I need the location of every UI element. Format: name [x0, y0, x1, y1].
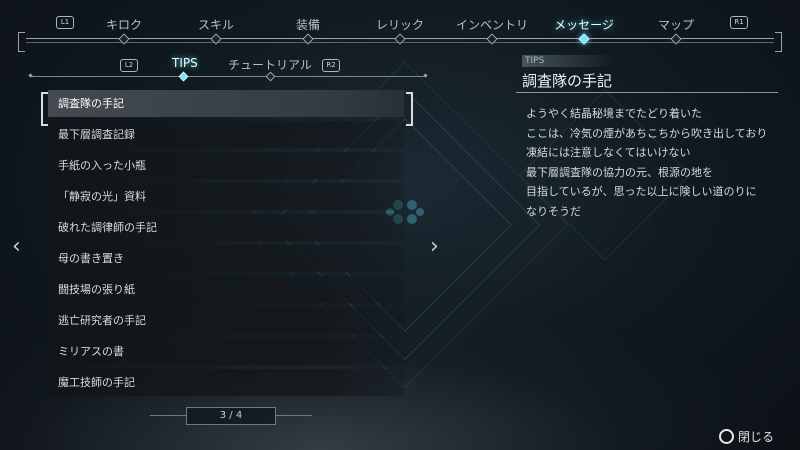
- detail-divider: [516, 92, 778, 93]
- tab-message[interactable]: メッセージ: [544, 16, 624, 33]
- list-item[interactable]: 手紙の入った小瓶: [48, 152, 404, 179]
- nav-endcap-right: [775, 32, 782, 52]
- list-item[interactable]: 母の書き置き: [48, 245, 404, 272]
- detail-category: TIPS: [522, 55, 615, 67]
- pager-rail: [150, 415, 186, 416]
- list-item[interactable]: 「静寂の光」資料: [48, 183, 404, 210]
- l1-button-hint[interactable]: L1: [56, 16, 74, 29]
- tab-skill[interactable]: スキル: [176, 16, 256, 33]
- circle-button-icon: [719, 429, 734, 444]
- top-navigation: L1 R1 キロク スキル 装備 レリック インベントリ メッセージ マップ: [18, 10, 782, 52]
- subtab-tips[interactable]: TIPS: [172, 56, 198, 70]
- selection-bracket-right: [406, 92, 413, 126]
- nav-endcap-left: [18, 32, 25, 52]
- list-item[interactable]: 破れた調律師の手記: [48, 214, 404, 241]
- chevron-right-icon[interactable]: ›: [430, 234, 439, 259]
- l2-button-hint[interactable]: L2: [120, 59, 138, 72]
- list-item[interactable]: 闘技場の張り紙: [48, 276, 404, 303]
- close-button[interactable]: 閉じる: [719, 428, 774, 444]
- list-item[interactable]: ミリアスの書: [48, 338, 404, 365]
- list-item[interactable]: 逃亡研究者の手記: [48, 307, 404, 334]
- detail-line: ここは、冷気の煙があちこちから吹き出しており: [526, 126, 768, 140]
- tab-map[interactable]: マップ: [636, 16, 716, 33]
- detail-line: なりそうだ: [526, 204, 581, 218]
- chevron-left-icon[interactable]: ‹: [12, 234, 21, 259]
- sub-tabs: L2 TIPS チュートリアル R2: [28, 56, 428, 82]
- detail-line: 目指しているが、思った以上に険しい道のりに: [526, 185, 757, 198]
- tab-relic[interactable]: レリック: [360, 16, 440, 33]
- tab-kiroku[interactable]: キロク: [84, 16, 164, 33]
- subtab-rail: [30, 76, 426, 77]
- detail-line: 最下層調査隊の協力の元、根源の地を: [526, 165, 713, 179]
- pager-rail: [276, 415, 312, 416]
- detail-title: 調査隊の手記: [522, 72, 613, 90]
- selection-bracket-left: [41, 92, 48, 126]
- subtab-rail-end: [423, 73, 428, 78]
- list-item[interactable]: 魔工技師の手記: [48, 369, 404, 396]
- tab-inventory[interactable]: インベントリ: [452, 16, 532, 33]
- r2-button-hint[interactable]: R2: [322, 59, 340, 72]
- detail-line: ようやく結晶秘境までたどり着いた: [526, 107, 702, 120]
- close-label: 閉じる: [738, 430, 775, 444]
- tips-list: 調査隊の手記 最下層調査記録 手紙の入った小瓶 「静寂の光」資料 破れた調律師の…: [48, 90, 404, 400]
- subtab-marker: [265, 71, 276, 82]
- r1-button-hint[interactable]: R1: [730, 16, 748, 29]
- detail-body: ようやく結晶秘境までたどり着いた ここは、冷気の煙があちこちから吹き出しており …: [526, 104, 776, 221]
- list-item[interactable]: 調査隊の手記: [48, 90, 404, 117]
- list-item[interactable]: 最下層調査記録: [48, 121, 404, 148]
- page-indicator: 3 / 4: [186, 407, 276, 425]
- subtab-marker-active: [178, 71, 189, 82]
- tab-equipment[interactable]: 装備: [268, 16, 348, 33]
- detail-line: 凍結には注意しなくてはいけない: [526, 146, 691, 159]
